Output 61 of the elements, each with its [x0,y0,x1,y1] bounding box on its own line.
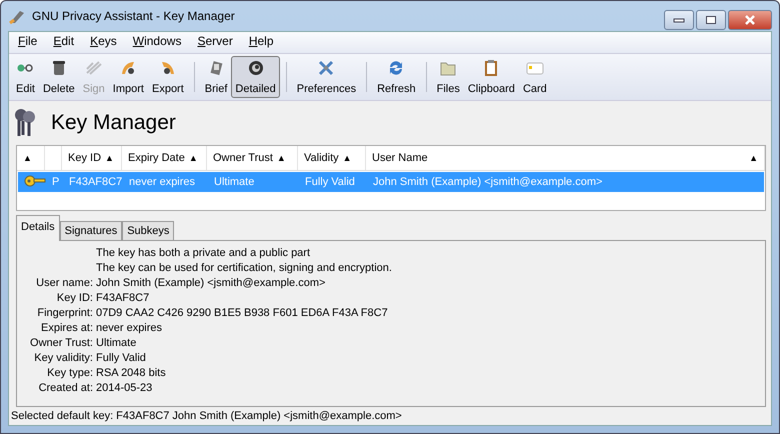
field-value: John Smith (Example) <jsmith@example.com> [96,276,326,291]
key-icon [24,174,46,186]
table-cell-text: John Smith (Example) <jsmith@example.com> [372,176,604,188]
maximize-icon [705,15,717,25]
brief-button[interactable]: Brief [200,56,232,98]
table-cell-text: Ultimate [213,176,256,188]
field-value: The key can be used for certification, signing and encryption. [96,261,393,276]
table-cell-text: Fully Valid [304,176,356,188]
column-header[interactable]: Validity ▲ [298,146,366,170]
keys-icon [13,108,37,138]
field-label: Expires at: [40,321,93,336]
menu-item[interactable]: Windows [126,34,188,51]
refresh-button[interactable]: Refresh [373,56,420,98]
field-value: F43AF8C7 [96,291,150,306]
card-button[interactable]: Card [518,56,551,98]
column-header[interactable]: Expiry Date ▲ [122,146,207,170]
column-header[interactable]: User Name ▲ [366,146,765,170]
menu-item[interactable]: File [11,34,44,51]
table-cell-text: P [51,176,60,188]
column-header[interactable]: Owner Trust ▲ [207,146,298,170]
field-label: Owner Trust: [29,336,93,351]
page-heading: Key Manager [51,111,176,135]
minimize-button[interactable] [664,10,694,30]
tab[interactable]: Details [16,215,60,241]
menu-item[interactable]: Edit [46,34,82,51]
field-value: 2014-05-23 [96,381,154,396]
field-value: The key has both a private and a public part [96,246,312,261]
field-label: Key ID: [56,291,93,306]
tab[interactable]: Signatures [60,221,122,240]
export-button[interactable]: Export [148,56,188,98]
close-icon [743,15,757,25]
window-title: GNU Privacy Assistant - Key Manager [32,9,236,23]
import-button[interactable]: Import [108,56,148,98]
field-value: 07D9 CAA2 C426 9290 B1E5 B938 F601 ED6A F43A F8C7 [96,306,389,321]
tab[interactable]: Subkeys [122,221,174,240]
column-header[interactable]: Key ID ▲ [62,146,122,170]
field-value: Fully Valid [96,351,147,366]
minimize-icon [673,17,685,23]
maximize-button[interactable] [696,10,726,30]
field-label: Key validity: [33,351,93,366]
menu-item[interactable]: Help [242,34,280,51]
field-value: RSA 2048 bits [96,366,167,381]
table-cell-text: never expires [128,176,196,188]
close-button[interactable] [728,10,772,30]
field-value: Ultimate [96,336,138,351]
edit-button[interactable]: Edit [12,56,39,98]
files-button[interactable]: Files [432,56,464,98]
clipboard-button[interactable]: Clipboard [464,56,519,98]
preferences-button[interactable]: Preferences [292,56,360,98]
table-cell-text: F43AF8C7 [68,176,123,188]
field-label: Fingerprint: [36,306,93,321]
field-label: User name: [35,276,93,291]
field-value: never expires [96,321,164,336]
menu-item[interactable]: Keys [83,34,124,51]
menu-item[interactable]: Server [190,34,240,51]
detailed-button[interactable]: Detailed [231,56,280,98]
field-label: Created at: [38,381,93,396]
status-text: Selected default key: F43AF8C7 John Smith (Example) <jsmith@example.com> [10,409,403,424]
column-header[interactable]: ▲ [17,146,45,170]
field-label: Key type: [46,366,93,381]
delete-button[interactable]: Delete [38,56,79,98]
